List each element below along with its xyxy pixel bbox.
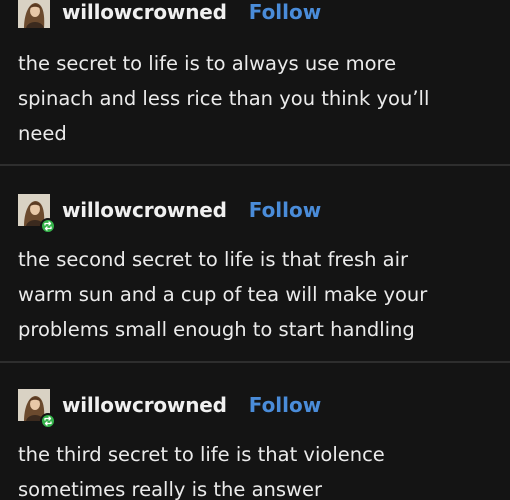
post-text-line: spinach and less rice than you think you… — [18, 87, 430, 110]
post-thread: willowcrowned Follow the secret to life … — [0, 0, 510, 500]
post-body: the third secret to life is that violenc… — [18, 437, 498, 500]
post-header: willowcrowned Follow — [18, 389, 322, 429]
post-header: willowcrowned Follow — [18, 194, 322, 234]
follow-button[interactable]: Follow — [249, 393, 322, 417]
post-text-line: need — [18, 122, 67, 145]
post-text-line: the second secret to life is that fresh … — [18, 248, 409, 271]
post-text-line: the third secret to life is that violenc… — [18, 443, 385, 466]
post-text-line: sometimes really is the answer — [18, 478, 323, 500]
post-body: the second secret to life is that fresh … — [18, 242, 498, 347]
avatar[interactable] — [18, 0, 50, 28]
username-link[interactable]: willowcrowned — [62, 393, 227, 417]
follow-button[interactable]: Follow — [249, 0, 322, 24]
post-text-line: warm sun and a cup of tea will make your — [18, 283, 428, 306]
post-divider — [0, 361, 510, 363]
post-divider — [0, 164, 510, 166]
username-link[interactable]: willowcrowned — [62, 198, 227, 222]
reblog-icon — [40, 218, 56, 234]
post-body: the secret to life is to always use more… — [18, 46, 498, 151]
post-text-line: problems small enough to start handling — [18, 318, 415, 341]
follow-button[interactable]: Follow — [249, 198, 322, 222]
username-link[interactable]: willowcrowned — [62, 0, 227, 24]
post-header: willowcrowned Follow — [18, 0, 321, 28]
avatar[interactable] — [18, 389, 56, 429]
post-text-line: the secret to life is to always use more — [18, 52, 397, 75]
avatar[interactable] — [18, 194, 56, 234]
reblog-icon — [40, 413, 56, 429]
avatar-portrait-icon — [18, 0, 50, 28]
